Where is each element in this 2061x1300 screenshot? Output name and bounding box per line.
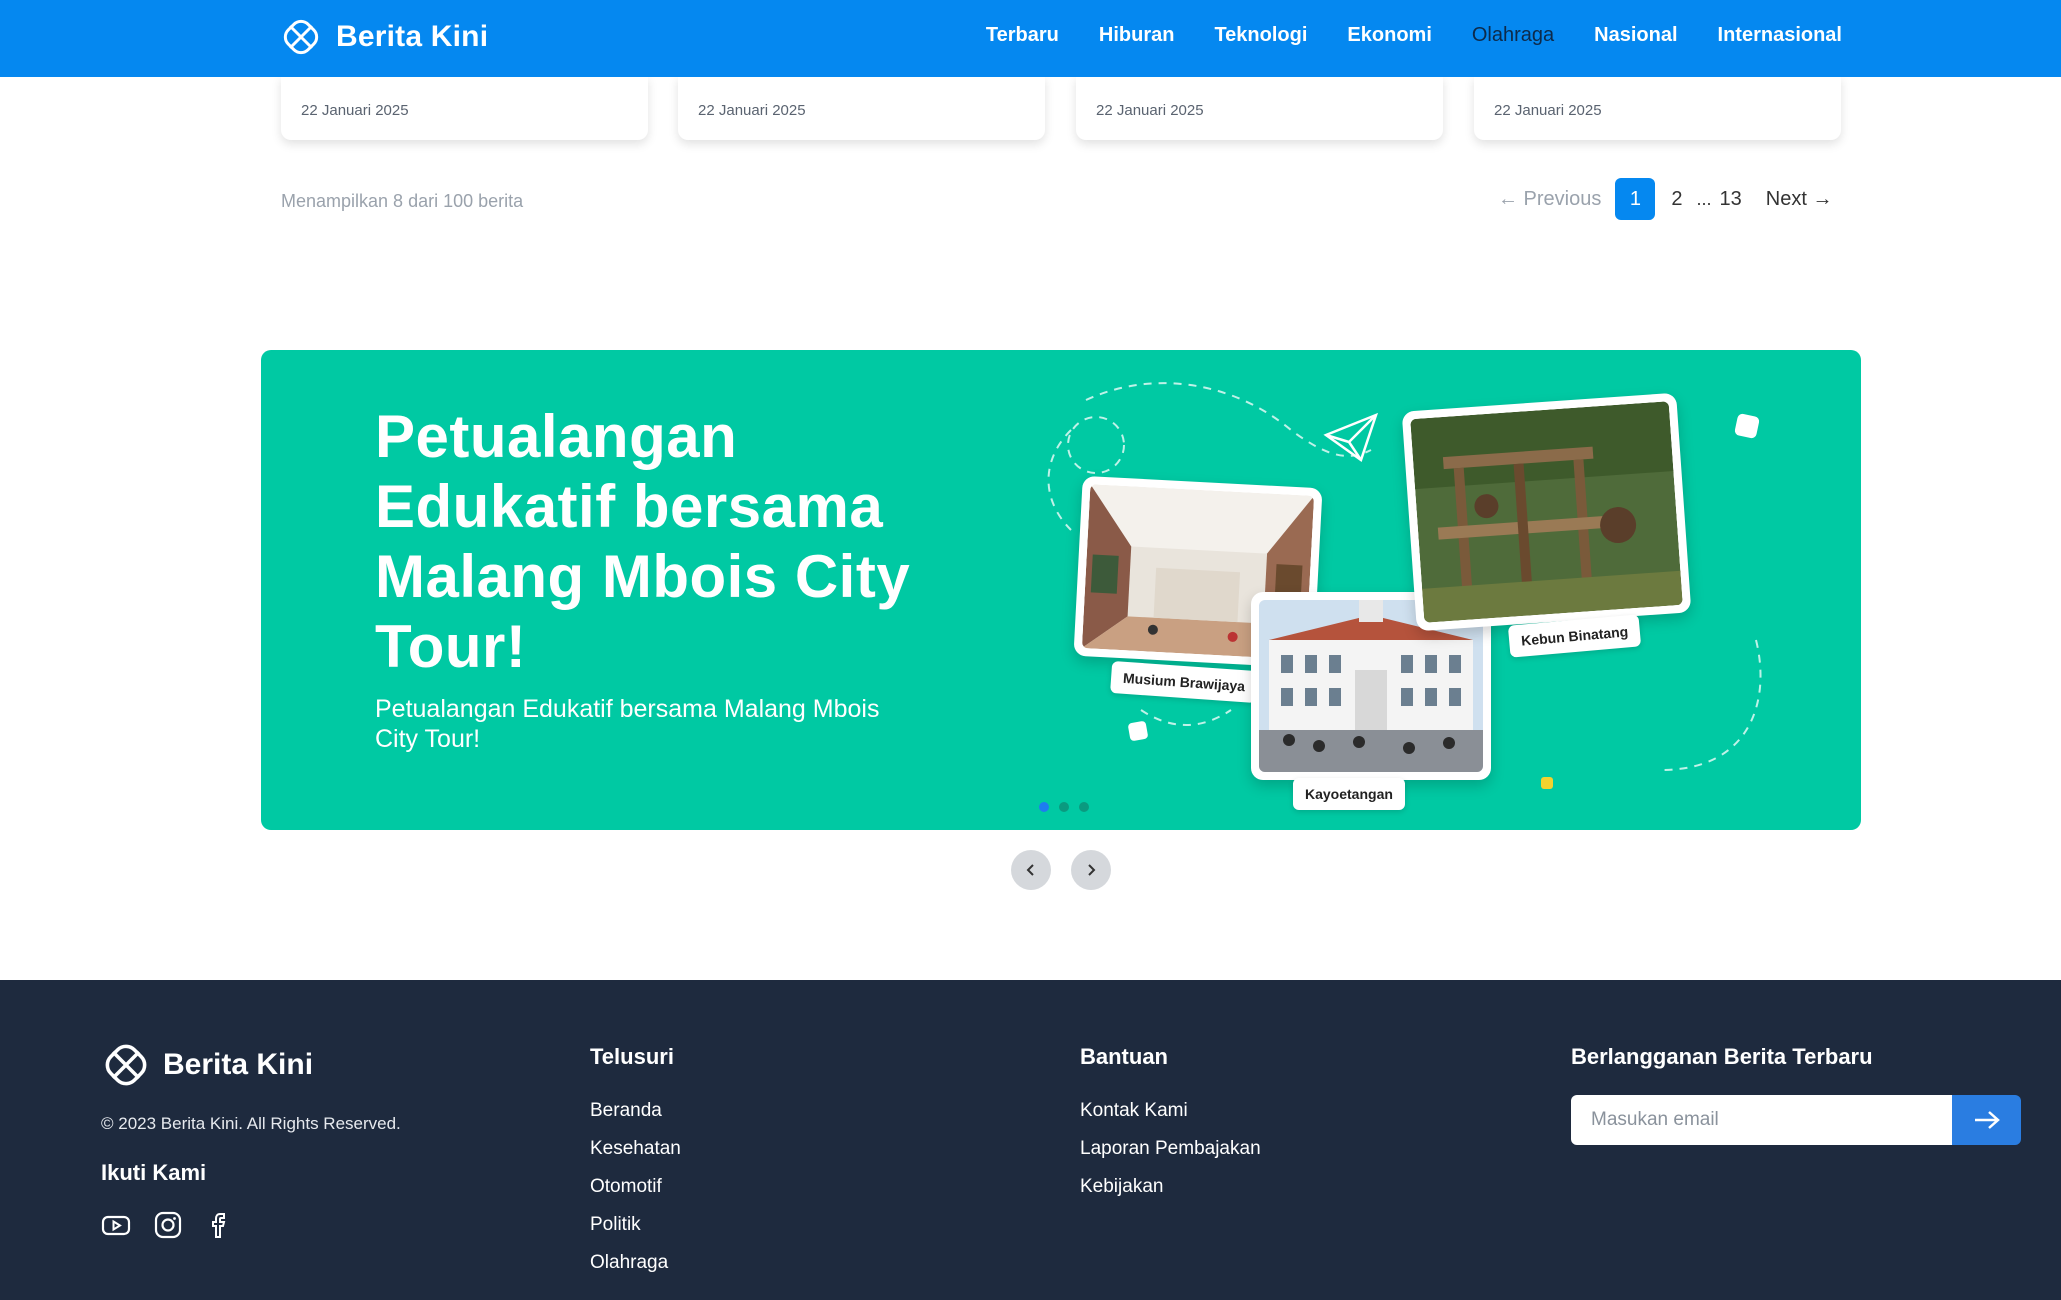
social-links [101,1210,235,1240]
pagination: ← Previous 1 2 ... 13 Next → [1498,178,1832,220]
footer-explore-column: Telusuri Beranda Kesehatan Otomotif Poli… [590,1044,681,1290]
news-card-date: 22 Januari 2025 [1096,102,1204,119]
page-1-button[interactable]: 1 [1615,178,1656,220]
footer-brand-name: Berita Kini [163,1048,314,1081]
next-page-button[interactable]: Next → [1766,188,1833,211]
brand-name: Berita Kini [336,20,489,53]
news-card-date: 22 Januari 2025 [698,102,806,119]
carousel-indicators [1039,802,1089,812]
nav-link-internasional[interactable]: Internasional [1718,24,1842,47]
help-title: Bantuan [1080,1044,1168,1069]
navbar: Berita Kini Terbaru Hiburan Teknologi Ek… [0,0,2061,77]
nav-links: Terbaru Hiburan Teknologi Ekonomi Olahra… [986,24,1842,47]
nav-link-teknologi[interactable]: Teknologi [1214,24,1307,47]
page-2-button[interactable]: 2 [1671,188,1682,211]
subscribe-form [1571,1095,2021,1145]
brand-logo-icon [283,19,319,55]
carousel-dot-1[interactable] [1039,802,1049,812]
footer-link-otomotif[interactable]: Otomotif [590,1176,681,1198]
promo-banner[interactable]: Petualangan Edukatif bersama Malang Mboi… [261,350,1861,830]
banner-illustration: Musium Brawijaya Kayoetangan Kebun Binat… [1031,370,1831,810]
previous-page-button[interactable]: ← Previous [1498,188,1601,211]
carousel-dot-3[interactable] [1079,802,1089,812]
banner-subtitle: Petualangan Edukatif bersama Malang Mboi… [375,695,880,753]
subscribe-title: Berlangganan Berita Terbaru [1571,1044,1873,1069]
page: Berita Kini Terbaru Hiburan Teknologi Ek… [0,0,2061,1300]
news-card[interactable]: 22 Januari 2025 [1474,76,1841,140]
result-count: Menampilkan 8 dari 100 berita [281,191,524,211]
brand[interactable]: Berita Kini [280,16,488,58]
chevron-right-icon [1088,864,1096,876]
chevron-left-icon [1026,864,1034,876]
news-card[interactable]: 22 Januari 2025 [1076,76,1443,140]
footer-link-beranda[interactable]: Beranda [590,1100,681,1122]
news-card-strip: 22 Januari 2025 22 Januari 2025 22 Janua… [281,76,1841,140]
footer: Berita Kini © 2023 Berita Kini. All Righ… [0,980,2061,1300]
footer-link-kebijakan[interactable]: Kebijakan [1080,1176,1261,1198]
nav-link-terbaru[interactable]: Terbaru [986,24,1059,47]
pagination-ellipsis: ... [1696,188,1712,209]
arrow-right-icon [1974,1111,2000,1129]
news-card-date: 22 Januari 2025 [301,102,409,119]
copyright-text: © 2023 Berita Kini. All Rights Reserved. [101,1114,401,1133]
footer-help-column: Bantuan Kontak Kami Laporan Pembajakan K… [1080,1044,1261,1214]
footer-brand[interactable]: Berita Kini [101,1040,313,1090]
footer-link-laporan[interactable]: Laporan Pembajakan [1080,1138,1261,1160]
news-card[interactable]: 22 Januari 2025 [281,76,648,140]
footer-link-kontak[interactable]: Kontak Kami [1080,1100,1261,1122]
carousel-next-button[interactable] [1071,850,1111,890]
footer-link-politik[interactable]: Politik [590,1214,681,1236]
nav-link-hiburan[interactable]: Hiburan [1099,24,1175,47]
explore-title: Telusuri [590,1044,674,1069]
nav-link-nasional[interactable]: Nasional [1594,24,1677,47]
footer-link-olahraga[interactable]: Olahraga [590,1252,681,1274]
nav-link-ekonomi[interactable]: Ekonomi [1347,24,1431,47]
banner-title: Petualangan Edukatif bersama Malang Mboi… [375,403,911,680]
follow-us-title: Ikuti Kami [101,1160,207,1185]
facebook-icon[interactable] [205,1210,235,1240]
photo-label-kayoetangan: Kayoetangan [1293,778,1405,810]
youtube-icon[interactable] [101,1210,131,1240]
instagram-icon[interactable] [153,1210,183,1240]
news-card-date: 22 Januari 2025 [1494,102,1602,119]
carousel-prev-button[interactable] [1011,850,1051,890]
paper-plane-icon [1323,412,1379,463]
zoo-photo [1401,392,1692,632]
footer-logo-icon [105,1044,147,1086]
zoo-image-icon [1410,401,1683,623]
footer-link-kesehatan[interactable]: Kesehatan [590,1138,681,1160]
news-card[interactable]: 22 Januari 2025 [678,76,1045,140]
page-13-button[interactable]: 13 [1720,188,1742,211]
subscribe-button[interactable] [1952,1095,2021,1145]
email-input[interactable] [1571,1095,1952,1145]
carousel-dot-2[interactable] [1059,802,1069,812]
subscribe-section: Berlangganan Berita Terbaru [1571,1044,1873,1070]
nav-link-olahraga[interactable]: Olahraga [1472,24,1554,47]
